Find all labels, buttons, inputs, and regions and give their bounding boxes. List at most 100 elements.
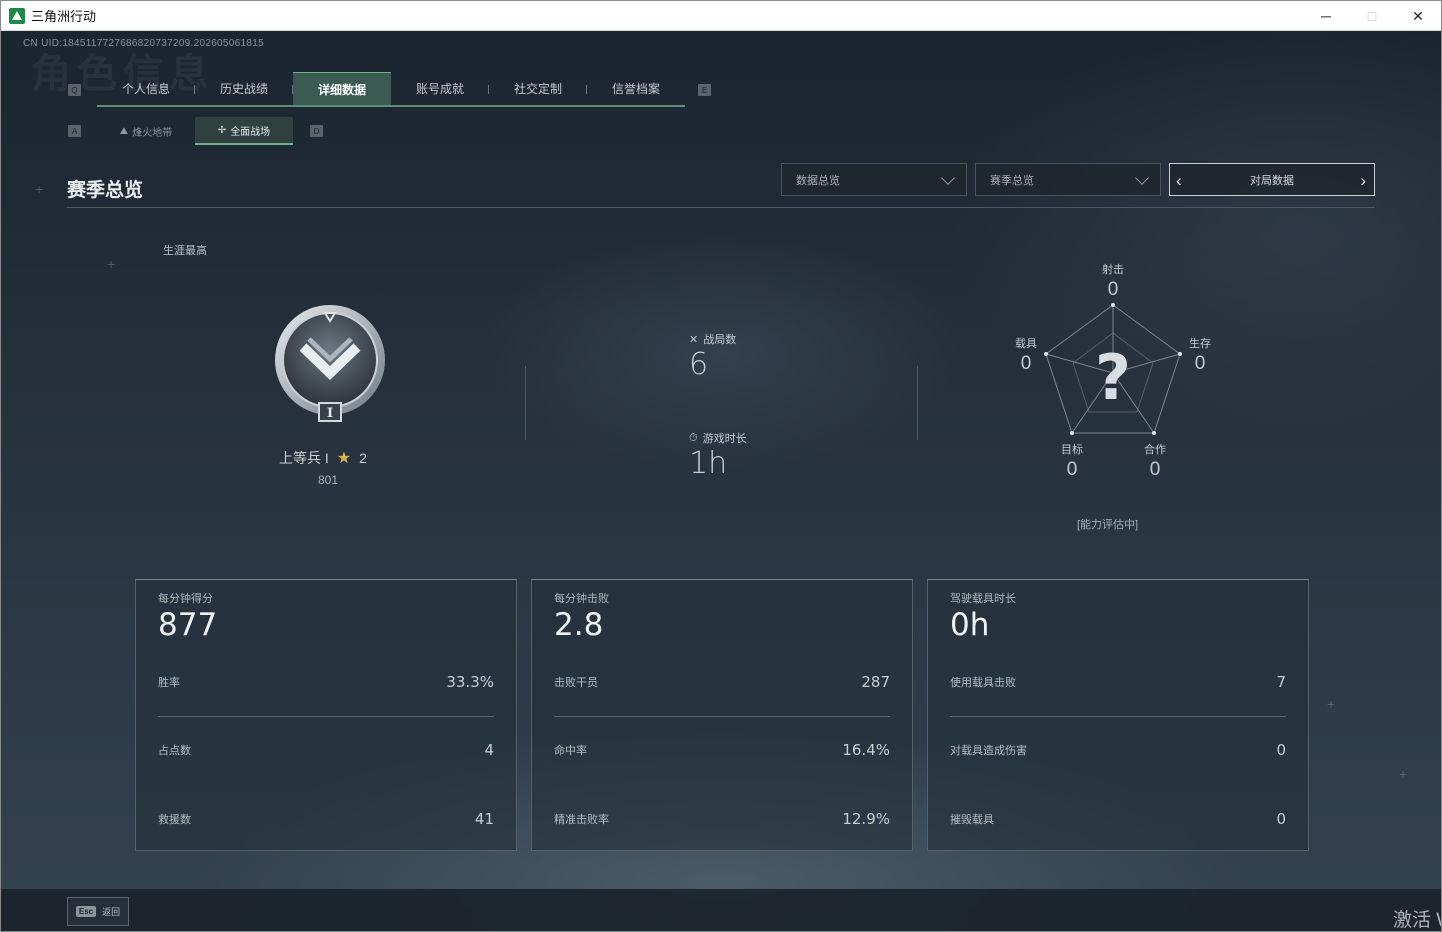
- matches-label: 战局数: [703, 334, 737, 346]
- score-stats-card: 每分钟得分 877 胜率 33.3% 占点数 4 救援数 41: [135, 579, 517, 851]
- rank-name: 上等兵 I: [279, 450, 329, 466]
- tab-label: 账号成就: [415, 82, 464, 96]
- stat-value: 0: [1276, 741, 1286, 759]
- stat-value: 287: [861, 673, 890, 691]
- stat-value: 0: [1276, 810, 1286, 828]
- radar-value-shooting: 0: [1107, 279, 1119, 300]
- radar-label-survival: 生存: [1189, 338, 1211, 350]
- back-label: 返回: [102, 907, 121, 917]
- subtab-operations[interactable]: ⛰ 烽火地带: [97, 117, 195, 145]
- data-overview-dropdown[interactable]: 数据总览: [781, 163, 967, 196]
- stat-value: 16.4%: [842, 741, 890, 759]
- minimize-button[interactable]: ─: [1303, 1, 1349, 31]
- stat-row: 精准击败率 12.9%: [554, 809, 890, 829]
- title-bar: 三角洲行动 ─ □ ✕: [1, 1, 1441, 31]
- dropdown-value: 赛季总览: [990, 174, 1034, 187]
- next-arrow-icon[interactable]: ›: [1360, 171, 1366, 191]
- stat-key: 使用载具击败: [950, 677, 1016, 689]
- chevron-down-icon: [1135, 171, 1149, 185]
- warfare-mode-icon: ✢: [217, 124, 227, 136]
- rank-name-row: 上等兵 I ★ 2: [279, 448, 367, 468]
- radar-value-survival: 0: [1194, 353, 1206, 374]
- rank-stars: 2: [359, 450, 367, 466]
- radar-label-cooperation: 合作: [1144, 444, 1166, 456]
- radar-value-objective: 0: [1066, 459, 1078, 480]
- season-dropdown[interactable]: 赛季总览: [975, 163, 1161, 196]
- section-title: 赛季总览: [67, 180, 144, 201]
- chevron-down-icon: [941, 171, 955, 185]
- crosshair-deco-icon: +: [107, 256, 116, 272]
- vehicle-stats-card: 驾驶载具时长 0h 使用载具击败 7 对载具造成伤害 0 摧毁载具 0: [927, 579, 1309, 851]
- vertical-divider: [917, 366, 918, 440]
- crossed-swords-icon: ✕: [689, 333, 699, 346]
- tab-next-key-hint[interactable]: E: [698, 84, 711, 96]
- close-button[interactable]: ✕: [1395, 1, 1441, 31]
- stat-value: 7: [1276, 673, 1286, 691]
- tab-history[interactable]: 历史战绩: [195, 72, 293, 105]
- stat-row: 命中率 16.4%: [554, 740, 890, 760]
- subtab-warfare[interactable]: ✢ 全面战场: [195, 117, 293, 145]
- stat-key: 救援数: [158, 814, 191, 826]
- window-controls: ─ □ ✕: [1303, 1, 1441, 31]
- stat-row: 救援数 41: [158, 809, 494, 829]
- stat-value: 41: [474, 810, 494, 828]
- stat-row: 胜率 33.3%: [158, 672, 494, 692]
- card-main-value: 877: [158, 607, 218, 643]
- tab-reputation[interactable]: 信誉档案: [587, 72, 685, 105]
- tab-detailed-data[interactable]: 详细数据: [293, 72, 391, 105]
- tab-label: 个人信息: [121, 82, 170, 96]
- card-main-value: 0h: [950, 607, 990, 643]
- footer-bar: [1, 889, 1441, 931]
- vertical-divider: [525, 366, 526, 440]
- card-title: 每分钟击败: [554, 593, 609, 605]
- stat-key: 精准击败率: [554, 814, 609, 826]
- tab-label: 详细数据: [317, 82, 366, 97]
- pager-label: 对局数据: [1250, 174, 1294, 187]
- radar-label-objective: 目标: [1061, 444, 1083, 456]
- stat-key: 摧毁载具: [950, 814, 994, 826]
- section-divider: [67, 207, 1375, 208]
- maximize-button[interactable]: □: [1349, 1, 1395, 31]
- window-title: 三角洲行动: [31, 9, 97, 24]
- ability-evaluating-note: [能力评估中]: [1077, 519, 1139, 531]
- card-title: 每分钟得分: [158, 593, 213, 605]
- game-content: 角色信息 CN UID:1845117727686820737209.20260…: [1, 31, 1441, 931]
- subtab-prev-key-hint[interactable]: A: [68, 125, 81, 137]
- stat-value: 12.9%: [842, 810, 890, 828]
- tab-achievements[interactable]: 账号成就: [391, 72, 489, 105]
- playtime-value: 1h: [689, 446, 728, 481]
- subtab-label: 全面战场: [230, 126, 271, 138]
- stat-key: 对载具造成伤害: [950, 745, 1027, 757]
- stopwatch-icon: ⏱: [689, 431, 698, 444]
- radar-label-shooting: 射击: [1102, 264, 1124, 276]
- playtime-label: 游戏时长: [702, 433, 747, 445]
- tab-label: 社交定制: [513, 82, 562, 96]
- tab-personal-info[interactable]: 个人信息: [97, 72, 195, 105]
- tab-label: 信誉档案: [611, 82, 660, 96]
- card-divider: [554, 716, 890, 717]
- stat-value: 4: [484, 741, 494, 759]
- crosshair-deco-icon: +: [1327, 696, 1336, 712]
- kill-stats-card: 每分钟击败 2.8 击败干员 287 命中率 16.4% 精准击败率 12.9%: [531, 579, 913, 851]
- subtab-next-key-hint[interactable]: D: [310, 125, 323, 137]
- game-window: 三角洲行动 ─ □ ✕ 角色信息 CN UID:1845117727686820…: [0, 0, 1442, 932]
- prev-arrow-icon[interactable]: ‹: [1176, 171, 1182, 191]
- svg-text:I: I: [327, 406, 333, 421]
- crosshair-deco-icon: +: [1399, 766, 1408, 782]
- stat-key: 占点数: [158, 745, 191, 757]
- crosshair-deco-icon: +: [35, 181, 44, 197]
- windows-activation-watermark: 激活 W: [1393, 910, 1441, 931]
- ability-radar-chart: ?: [1044, 303, 1182, 435]
- tab-label: 历史战绩: [219, 82, 268, 96]
- career-best-label: 生涯最高: [163, 245, 207, 257]
- radar-value-cooperation: 0: [1149, 459, 1161, 480]
- tab-social[interactable]: 社交定制: [489, 72, 587, 105]
- stat-row: 击败干员 287: [554, 672, 890, 692]
- back-button[interactable]: Esc 返回: [67, 897, 129, 926]
- stat-value: 33.3%: [446, 673, 494, 691]
- stat-key: 击败干员: [554, 677, 598, 689]
- rank-badge-icon: I: [275, 305, 385, 422]
- tab-prev-key-hint[interactable]: Q: [68, 84, 81, 96]
- matches-value: 6: [689, 347, 709, 382]
- main-tab-bar: 个人信息 历史战绩 详细数据 账号成就 社交定制 信誉档案: [97, 72, 685, 107]
